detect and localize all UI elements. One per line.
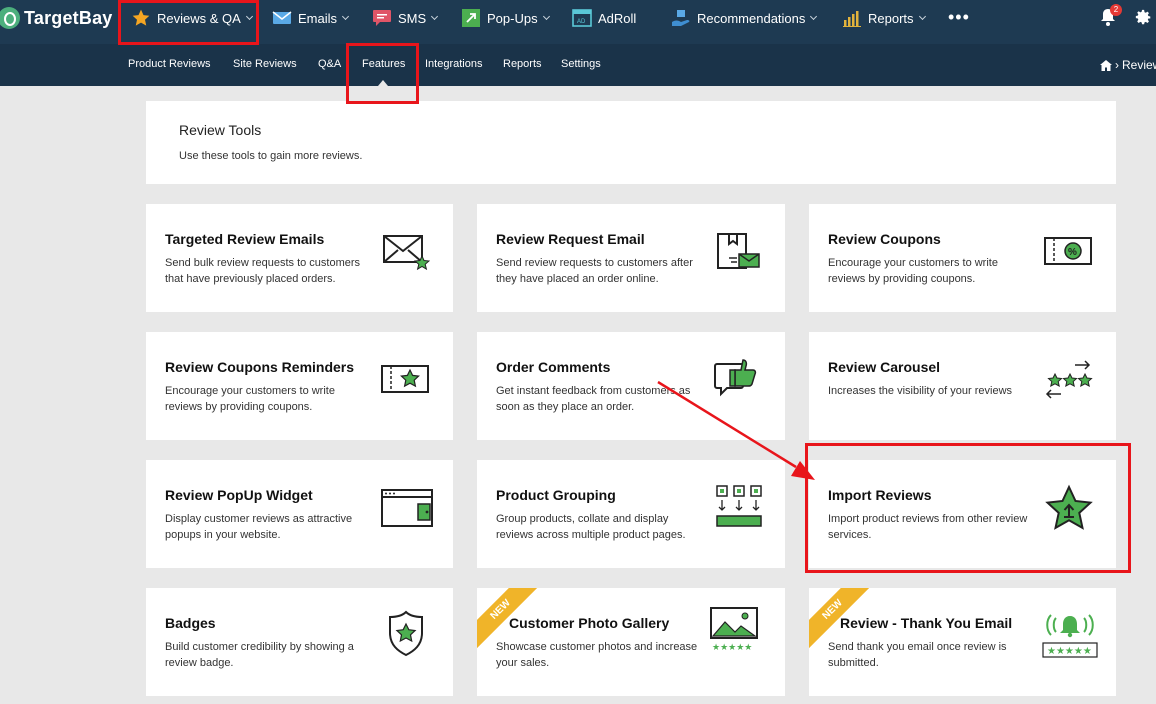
annotation-arrow <box>657 380 815 480</box>
